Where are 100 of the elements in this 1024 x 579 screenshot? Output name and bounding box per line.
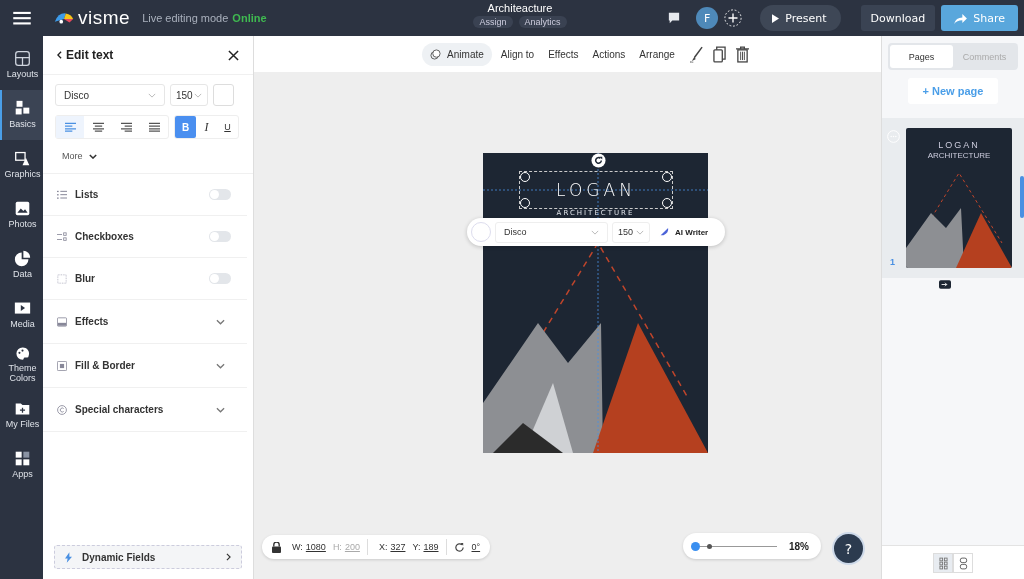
position-label: H: (332, 542, 342, 552)
position-value[interactable]: 327 (390, 542, 406, 552)
panel-tab[interactable]: Pages (890, 45, 953, 68)
pie-chart-icon (14, 250, 31, 268)
download-button[interactable]: Download (860, 5, 936, 31)
ai-writer-button[interactable]: AI Writer (654, 226, 713, 238)
rotation-value[interactable]: 0° (471, 542, 481, 552)
rail-item[interactable]: My Files (0, 390, 43, 440)
poster-title[interactable]: LOGAN (556, 180, 636, 200)
list-icon (57, 189, 67, 200)
expand-chevron-icon[interactable] (216, 318, 225, 325)
toolbar-button[interactable]: Actions (587, 42, 631, 66)
chevron-down-icon (194, 92, 202, 98)
chevron-down-icon (148, 92, 156, 98)
dynamic-fields-button[interactable]: Dynamic Fields (54, 545, 242, 569)
status-text: Online (232, 12, 267, 24)
shapes-icon (14, 150, 31, 168)
font-dropdown[interactable]: Disco (55, 84, 165, 106)
grid-icon (938, 556, 948, 570)
toolbar-button[interactable]: Align to (495, 42, 540, 66)
layout-icon (14, 50, 31, 68)
align-right-icon (120, 122, 132, 132)
toggle-switch[interactable] (209, 189, 231, 200)
copy-icon[interactable] (712, 45, 726, 63)
transition-icon[interactable] (939, 280, 951, 289)
rail-item[interactable]: Graphics (0, 140, 43, 190)
align-button[interactable] (56, 116, 84, 138)
square-frame-icon (57, 360, 67, 371)
expand-chevron-icon[interactable] (216, 362, 225, 369)
section-label: Special characters (75, 404, 165, 415)
toolbar-button[interactable]: Animate (422, 42, 492, 66)
help-button[interactable]: ? (834, 534, 863, 563)
expand-chevron-icon[interactable] (216, 406, 225, 413)
comment-icon[interactable] (668, 12, 681, 24)
brush-icon[interactable] (689, 45, 703, 63)
toggle-switch[interactable] (209, 273, 231, 284)
font-dropdown[interactable]: Disco (495, 221, 608, 243)
align-justify-icon (148, 122, 160, 132)
section-label: Fill & Border (75, 360, 136, 371)
chevron-right-icon (226, 553, 231, 561)
rail-item[interactable]: Layouts (0, 40, 43, 90)
position-label: W: (292, 542, 303, 552)
panel-icon (57, 316, 67, 327)
zoom-slider-thumb[interactable] (691, 541, 700, 551)
rail-item[interactable]: Photos (0, 190, 43, 240)
size-dropdown[interactable]: 150 (612, 221, 650, 243)
toolbar-button[interactable]: Effects (543, 42, 584, 66)
toolbar-button[interactable]: Arrange (634, 42, 680, 66)
feather-icon (658, 226, 669, 238)
chevron-down-icon (88, 153, 97, 159)
section-label: Effects (75, 316, 110, 327)
add-user-icon[interactable] (724, 9, 743, 27)
more-button[interactable]: More (62, 151, 97, 161)
back-button[interactable]: Edit text (57, 48, 114, 62)
position-value[interactable]: 1080 (305, 542, 326, 552)
trash-icon[interactable] (735, 45, 749, 63)
user-avatar[interactable]: F (696, 7, 719, 29)
animate-icon (430, 48, 442, 60)
list-view-button[interactable] (953, 553, 973, 573)
selection-box[interactable]: LOGAN (519, 171, 673, 209)
back-chevron-icon (57, 51, 62, 59)
document-action-button[interactable]: Analytics (518, 16, 567, 28)
rail-item[interactable]: Theme Colors (0, 340, 43, 390)
position-label: X: (378, 542, 388, 552)
logo-text: visme (78, 7, 131, 29)
lock-icon[interactable] (272, 541, 281, 553)
rail-item[interactable]: Basics (0, 90, 43, 140)
color-swatch[interactable] (213, 84, 234, 106)
document-action-button[interactable]: Assign (473, 16, 513, 28)
align-center-icon (92, 122, 104, 132)
document-title[interactable]: Architeacture (487, 2, 553, 14)
rail-item[interactable]: Media (0, 290, 43, 340)
text-style-button[interactable]: U (217, 116, 238, 138)
position-value[interactable]: 189 (423, 542, 439, 552)
close-icon[interactable] (228, 49, 239, 61)
rotate-handle-icon[interactable] (591, 153, 606, 168)
apps-icon (14, 450, 31, 468)
checklist-icon (57, 231, 67, 242)
toggle-switch[interactable] (209, 231, 231, 242)
list-icon (958, 556, 968, 570)
logo-icon (53, 10, 75, 26)
rail-item[interactable]: Apps (0, 440, 43, 490)
page-number: 1 (890, 257, 895, 267)
chevron-down-icon (591, 229, 599, 235)
zoom-reading: 18% (789, 540, 809, 552)
menu-icon[interactable] (13, 11, 31, 25)
image-icon (14, 200, 31, 218)
section-label: Lists (75, 189, 100, 200)
text-style-button[interactable]: I (196, 116, 217, 138)
chevron-down-icon (636, 229, 644, 235)
grid-view-button[interactable] (933, 553, 953, 573)
position-label: Y: (412, 542, 421, 552)
thumbnail-title: LOGAN (938, 140, 980, 150)
size-dropdown[interactable]: 150 (170, 84, 208, 106)
page-thumbnail[interactable]: LOGAN ARCHITECTURE (906, 128, 1012, 268)
lightning-icon (65, 551, 72, 563)
present-button[interactable]: Present (760, 5, 841, 31)
rotate-icon (453, 541, 465, 553)
rail-item[interactable]: Data (0, 240, 43, 290)
section-label: Blur (75, 273, 96, 284)
